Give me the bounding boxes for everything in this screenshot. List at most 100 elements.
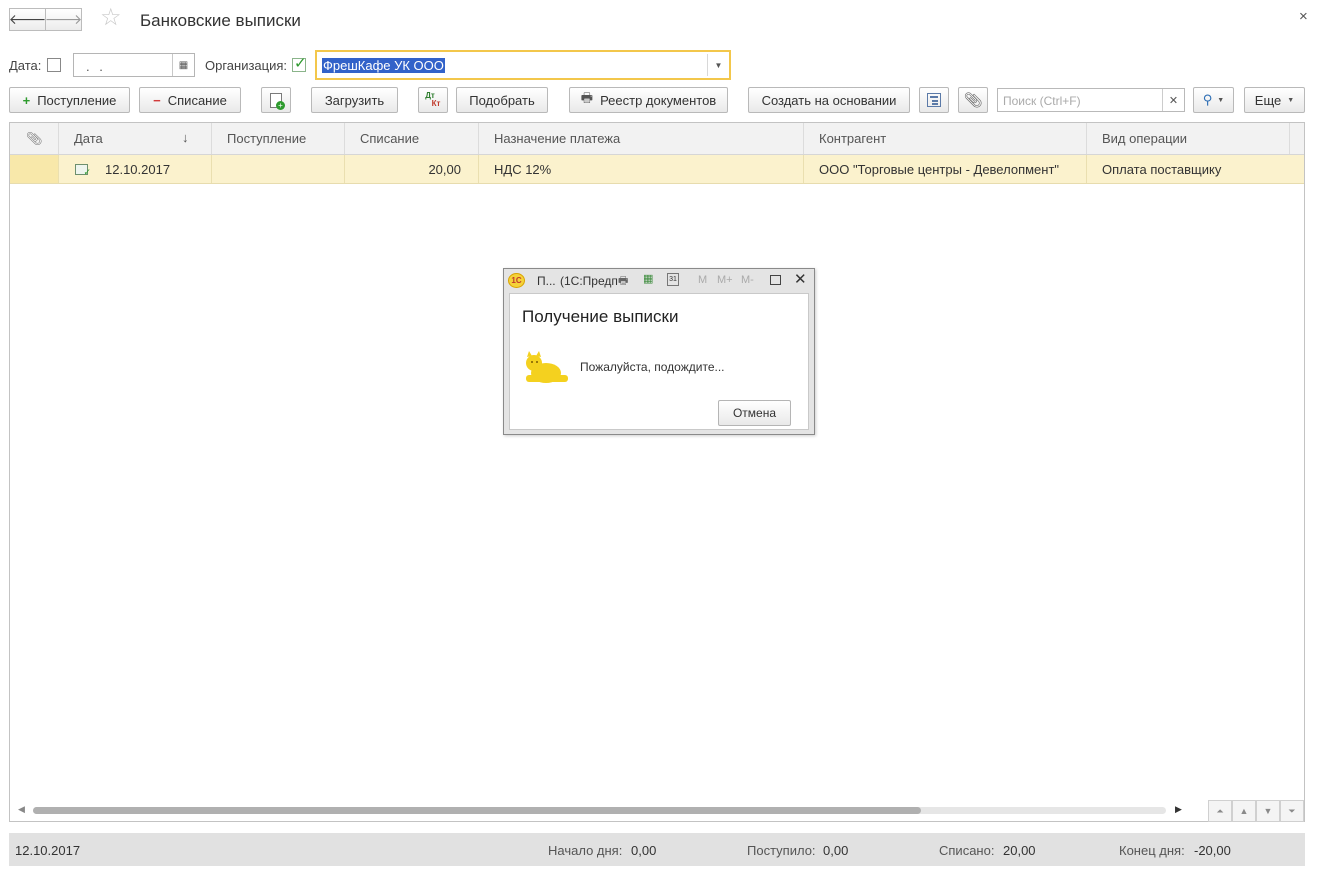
chevron-down-icon: ▼ xyxy=(1287,96,1295,104)
header-attachment-column[interactable]: 📎︎ xyxy=(10,123,59,154)
row-operation-cell: Оплата поставщику xyxy=(1102,161,1222,177)
date-filter-label: Дата: xyxy=(9,58,42,73)
dropdown-arrow-icon[interactable]: ▼ xyxy=(707,54,729,76)
create-based-on-button[interactable]: Создать на основании xyxy=(748,87,910,113)
header-purpose-column[interactable]: Назначение платежа xyxy=(479,123,804,154)
close-icon[interactable]: × xyxy=(1299,8,1308,25)
bank-statements-table[interactable]: 📎︎ Дата ↓ Поступление Списание Назначени… xyxy=(9,122,1305,822)
add-receipt-button[interactable]: + Поступление xyxy=(9,87,130,113)
cancel-button[interactable]: Отмена xyxy=(718,400,791,426)
header-writeoff-label: Списание xyxy=(360,131,420,146)
dt-kt-button[interactable]: Дт Кт xyxy=(418,87,448,113)
memory-minus-button[interactable]: M- xyxy=(741,274,754,286)
add-writeoff-label: Списание xyxy=(167,92,227,108)
header-receipt-column[interactable]: Поступление xyxy=(212,123,345,154)
forward-arrow-icon: 🡒 xyxy=(44,11,83,27)
back-button[interactable]: 🡐 xyxy=(9,8,46,31)
row-date-cell: ✓ 12.10.2017 xyxy=(59,155,212,183)
header-date-label: Дата xyxy=(74,131,103,146)
status-date: 12.10.2017 xyxy=(15,843,81,858)
calculator-icon[interactable]: ▦ xyxy=(643,272,653,285)
org-filter-checkbox[interactable]: ✓ xyxy=(292,55,307,72)
load-label: Загрузить xyxy=(324,92,385,108)
header-counterparty-label: Контрагент xyxy=(819,131,887,146)
select-button[interactable]: Подобрать xyxy=(456,87,548,113)
scroll-left-icon[interactable]: ◀ xyxy=(18,804,25,815)
dialog-titlebar[interactable]: 1С П... (1С:Предп... 🖶 ▦ 31 M M+ M- ✕ xyxy=(504,269,814,293)
header-receipt-label: Поступление xyxy=(227,131,307,146)
create-based-label: Создать на основании xyxy=(761,92,897,108)
end-of-day-value: -20,00 xyxy=(1194,843,1231,858)
dialog-content: Получение выписки Пожалуйста, подождите.… xyxy=(509,293,809,430)
more-button[interactable]: Еще ▼ xyxy=(1244,87,1305,113)
minus-icon: − xyxy=(153,92,161,108)
received-label: Поступило: xyxy=(747,843,816,858)
date-filter-value: . . xyxy=(86,59,106,74)
header-operation-column[interactable]: Вид операции xyxy=(1087,123,1290,154)
maximize-icon[interactable] xyxy=(770,275,781,285)
favorite-star-icon[interactable]: ☆ xyxy=(100,6,122,30)
1c-logo-icon: 1С xyxy=(508,273,525,288)
search-icon: ⚲ xyxy=(1202,92,1213,107)
start-of-day-label: Начало дня: xyxy=(548,843,623,858)
dialog-app-name: (1С:Предп... xyxy=(560,274,618,288)
row-counterparty-cell: ООО "Торговые центры - Девелопмент" xyxy=(804,155,1087,183)
row-date-value: 12.10.2017 xyxy=(105,161,171,177)
back-arrow-icon: 🡐 xyxy=(8,11,47,27)
structure-button[interactable] xyxy=(919,87,949,113)
kt-icon: Кт xyxy=(431,99,441,108)
page-up-icon[interactable]: ▲ xyxy=(1232,800,1256,822)
header-counterparty-column[interactable]: Контрагент xyxy=(804,123,1087,154)
print-icon[interactable]: 🖶 xyxy=(618,272,628,291)
go-first-icon[interactable]: ⏶ xyxy=(1208,800,1232,822)
dialog-heading: Получение выписки xyxy=(522,307,679,326)
date-filter-checkbox[interactable] xyxy=(47,58,61,72)
search-input[interactable]: Поиск (Ctrl+F) ✕ xyxy=(997,88,1185,112)
memory-m-button[interactable]: M xyxy=(698,274,707,286)
header-date-column[interactable]: Дата ↓ xyxy=(59,123,212,154)
paperclip-icon: 📎︎ xyxy=(963,92,983,109)
dialog-tab-title: П... xyxy=(537,274,556,288)
hierarchy-icon xyxy=(927,93,941,107)
plus-icon: + xyxy=(22,92,31,108)
totals-bar: 12.10.2017 Начало дня: 0,00 Поступило: 0… xyxy=(9,833,1305,866)
header-operation-label: Вид операции xyxy=(1102,131,1188,146)
horizontal-scrollbar[interactable] xyxy=(33,807,1166,814)
row-receipt-cell xyxy=(212,155,345,183)
forward-button[interactable]: 🡒 xyxy=(45,8,82,31)
add-receipt-label: Поступление xyxy=(37,92,117,108)
sort-arrow-icon: ↓ xyxy=(182,130,189,145)
documents-registry-button[interactable]: 🖶 Реестр документов xyxy=(569,87,728,113)
add-writeoff-button[interactable]: − Списание xyxy=(139,87,241,113)
new-document-button[interactable]: + xyxy=(261,87,291,113)
go-last-icon[interactable]: ⏷ xyxy=(1280,800,1304,822)
close-icon[interactable]: ✕ xyxy=(794,270,807,288)
registry-label: Реестр документов xyxy=(600,92,717,108)
header-writeoff-column[interactable]: Списание xyxy=(345,123,479,154)
start-of-day-value: 0,00 xyxy=(631,843,657,858)
written-off-value: 20,00 xyxy=(1003,843,1036,858)
calendar-icon[interactable]: ▦ xyxy=(172,54,194,76)
scrollbar-thumb[interactable] xyxy=(33,807,921,814)
page-down-icon[interactable]: ▼ xyxy=(1256,800,1280,822)
row-writeoff-cell: 20,00 xyxy=(345,155,479,183)
date-filter-field[interactable]: . . ▦ xyxy=(73,53,195,77)
clear-search-icon[interactable]: ✕ xyxy=(1162,89,1184,111)
organization-field[interactable]: ФрешКафе УК ООО ▼ xyxy=(315,50,731,80)
page-title: Банковские выписки xyxy=(140,11,301,30)
load-button[interactable]: Загрузить xyxy=(311,87,398,113)
waiting-cat-icon xyxy=(526,351,568,383)
written-off-label: Списано: xyxy=(939,843,995,858)
loading-dialog[interactable]: 1С П... (1С:Предп... 🖶 ▦ 31 M M+ M- ✕ По… xyxy=(503,268,815,435)
attachment-button[interactable]: 📎︎ xyxy=(958,87,988,113)
table-row[interactable]: ✓ 12.10.2017 20,00 НДС 12% ООО "Торговые… xyxy=(10,155,1304,184)
scroll-right-icon[interactable]: ▶ xyxy=(1175,804,1182,815)
more-label: Еще xyxy=(1254,92,1282,108)
search-placeholder: Поиск (Ctrl+F) xyxy=(1003,94,1081,108)
memory-plus-button[interactable]: M+ xyxy=(717,274,733,286)
calendar-icon[interactable]: 31 xyxy=(667,273,679,286)
select-label: Подобрать xyxy=(469,92,535,108)
search-options-button[interactable]: ⚲ ▼ xyxy=(1193,87,1234,113)
row-attachment-cell xyxy=(10,155,59,183)
org-filter-label: Организация: xyxy=(205,58,288,73)
